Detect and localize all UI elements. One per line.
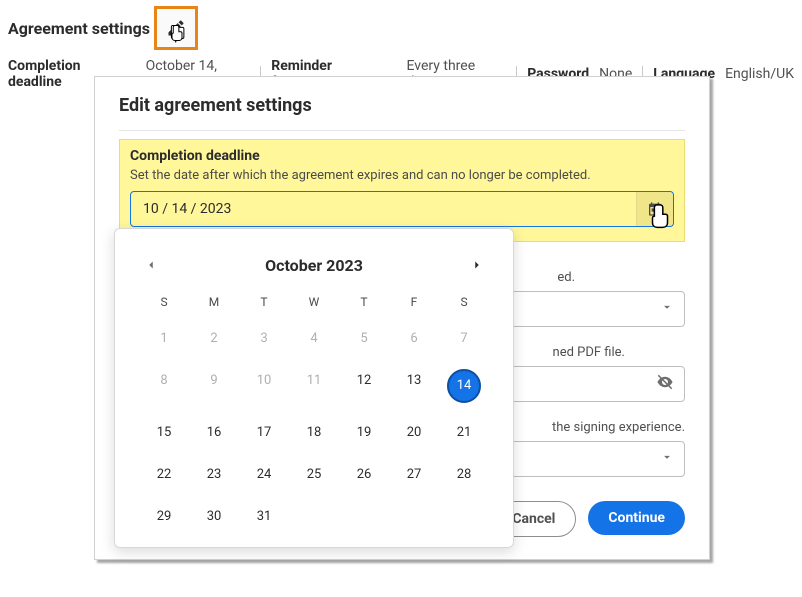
calendar-day: 1	[148, 327, 180, 351]
calendar-day[interactable]: 24	[248, 463, 280, 487]
calendar-day[interactable]: 25	[298, 463, 330, 487]
date-picker: October 2023 SMTWTFS12345678910111213141…	[114, 228, 514, 548]
deadline-section: Completion deadline Set the date after w…	[119, 139, 685, 242]
deadline-section-desc: Set the date after which the agreement e…	[130, 168, 674, 183]
calendar-day[interactable]: 19	[348, 421, 380, 445]
calendar-dow: T	[239, 295, 289, 309]
calendar-dow: M	[189, 295, 239, 309]
calendar-day: 8	[148, 369, 180, 393]
calendar-day: 7	[448, 327, 480, 351]
calendar-day[interactable]: 15	[148, 421, 180, 445]
calendar-day[interactable]: 26	[348, 463, 380, 487]
chevron-left-icon	[144, 258, 158, 272]
calendar-day: 3	[248, 327, 280, 351]
open-calendar-button[interactable]	[636, 192, 673, 226]
calendar-day[interactable]: 21	[448, 421, 480, 445]
calendar-day[interactable]: 14	[447, 369, 481, 403]
calendar-day[interactable]: 12	[348, 369, 380, 393]
calendar-day: 9	[198, 369, 230, 393]
calendar-day: 10	[248, 369, 280, 393]
cursor-icon	[645, 202, 675, 232]
calendar-day[interactable]: 17	[248, 421, 280, 445]
continue-label: Continue	[608, 510, 665, 526]
date-value: 10 / 14 / 2023	[131, 201, 636, 217]
calendar-dow: W	[289, 295, 339, 309]
eye-off-icon[interactable]	[656, 373, 674, 395]
chevron-down-icon	[660, 450, 674, 468]
next-month-button[interactable]	[465, 253, 489, 277]
calendar-dow: F	[389, 295, 439, 309]
calendar-day[interactable]: 13	[398, 369, 430, 393]
deadline-date-field[interactable]: 10 / 14 / 2023	[130, 191, 674, 227]
calendar-day: 11	[298, 369, 330, 393]
edit-settings-button[interactable]	[154, 6, 198, 50]
calendar-day: 2	[198, 327, 230, 351]
calendar-day: 5	[348, 327, 380, 351]
calendar-day[interactable]: 30	[198, 505, 230, 529]
calendar-dow: S	[139, 295, 189, 309]
pencil-icon	[166, 18, 186, 38]
calendar-day: 6	[398, 327, 430, 351]
modal-title: Edit agreement settings	[119, 95, 685, 116]
calendar-day[interactable]: 27	[398, 463, 430, 487]
calendar-day[interactable]: 31	[248, 505, 280, 529]
calendar-day[interactable]: 20	[398, 421, 430, 445]
divider	[119, 130, 685, 131]
calendar-day[interactable]: 16	[198, 421, 230, 445]
calendar-day: 4	[298, 327, 330, 351]
calendar-day[interactable]: 22	[148, 463, 180, 487]
calendar-grid: SMTWTFS123456789101112131415161718192021…	[139, 295, 489, 529]
cancel-label: Cancel	[512, 511, 555, 527]
chevron-right-icon	[470, 258, 484, 272]
calendar-dow: T	[339, 295, 389, 309]
calendar-day[interactable]: 29	[148, 505, 180, 529]
chevron-down-icon	[660, 300, 674, 318]
prev-month-button[interactable]	[139, 253, 163, 277]
continue-button[interactable]: Continue	[588, 501, 685, 535]
calendar-dow: S	[439, 295, 489, 309]
page-title: Agreement settings	[8, 19, 150, 38]
calendar-month-label: October 2023	[265, 256, 363, 275]
calendar-day[interactable]: 28	[448, 463, 480, 487]
calendar-day[interactable]: 23	[198, 463, 230, 487]
language-value: English/UK	[725, 66, 794, 82]
calendar-day[interactable]: 18	[298, 421, 330, 445]
deadline-section-title: Completion deadline	[130, 148, 674, 164]
